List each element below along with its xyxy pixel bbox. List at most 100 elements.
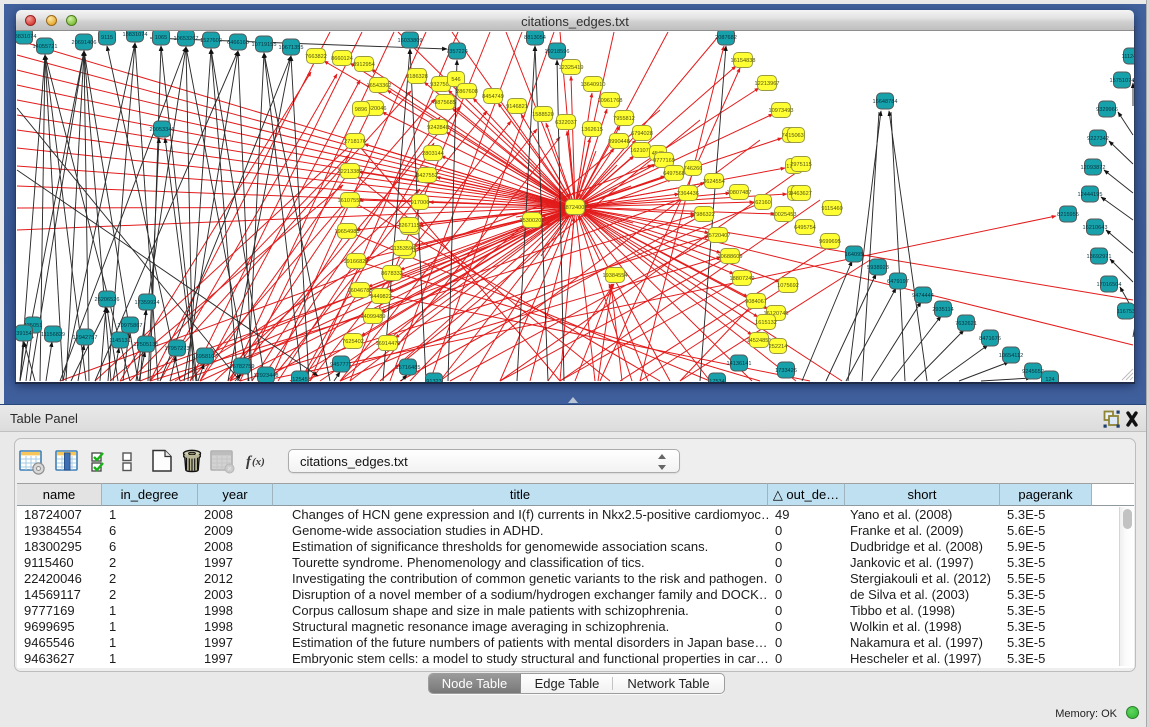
svg-text:8267115: 8267115 — [398, 223, 419, 229]
svg-text:16914479: 16914479 — [376, 341, 401, 347]
svg-text:6495754: 6495754 — [794, 225, 816, 231]
svg-text:9457771: 9457771 — [330, 362, 352, 368]
svg-text:8471676: 8471676 — [979, 336, 1001, 342]
svg-text:1621072: 1621072 — [630, 148, 652, 154]
svg-text:11156829: 11156829 — [41, 332, 65, 338]
svg-text:1588520: 1588520 — [532, 112, 554, 118]
svg-text:10719155: 10719155 — [252, 42, 277, 48]
svg-text:9115: 9115 — [101, 35, 113, 41]
svg-text:15751074: 15751074 — [1110, 78, 1134, 84]
svg-text:18831074: 18831074 — [16, 34, 36, 40]
svg-text:9115460: 9115460 — [821, 206, 842, 212]
svg-text:3624554: 3624554 — [703, 179, 725, 185]
svg-text:746266: 746266 — [684, 166, 703, 172]
svg-text:2935114: 2935114 — [932, 307, 953, 313]
svg-text:19654985: 19654985 — [335, 229, 360, 235]
svg-text:8990448: 8990448 — [608, 139, 630, 145]
svg-text:8186328: 8186328 — [406, 74, 428, 80]
svg-text:16033809: 16033809 — [398, 38, 423, 44]
svg-text:10961768: 10961768 — [598, 98, 623, 104]
svg-text:14055721: 14055721 — [33, 44, 58, 50]
svg-text:10025453: 10025453 — [772, 212, 797, 218]
svg-text:6479197: 6479197 — [887, 279, 909, 285]
svg-text:1145131: 1145131 — [109, 338, 130, 344]
svg-text:6466160: 6466160 — [227, 40, 249, 46]
svg-text:1075692: 1075692 — [777, 283, 799, 289]
svg-text:39154: 39154 — [16, 331, 32, 337]
svg-text:7632621: 7632621 — [955, 321, 977, 327]
svg-text:6322037: 6322037 — [555, 120, 577, 126]
svg-text:252214: 252214 — [769, 344, 788, 350]
svg-text:20691406: 20691406 — [72, 40, 97, 46]
svg-text:20975867: 20975867 — [118, 323, 143, 329]
svg-text:9699695: 9699695 — [819, 239, 841, 245]
svg-text:10671355: 10671355 — [279, 45, 304, 51]
svg-text:9329966: 9329966 — [1096, 107, 1118, 113]
svg-text:116753: 116753 — [1117, 309, 1134, 315]
svg-text:546: 546 — [451, 77, 460, 83]
svg-text:19384554: 19384554 — [603, 273, 628, 279]
svg-text:13692971: 13692971 — [1087, 254, 1112, 260]
svg-text:12325419: 12325419 — [559, 65, 584, 71]
svg-text:15716485: 15716485 — [396, 365, 421, 371]
svg-text:16107552: 16107552 — [338, 198, 363, 204]
svg-text:1065: 1065 — [155, 35, 167, 41]
svg-text:12444195: 12444195 — [1078, 192, 1103, 198]
svg-text:6497568: 6497568 — [663, 171, 685, 177]
svg-text:7955812: 7955812 — [613, 116, 635, 122]
svg-text:2867608: 2867608 — [456, 89, 478, 95]
svg-text:9449822: 9449822 — [370, 294, 392, 300]
svg-text:8813054: 8813054 — [524, 35, 546, 41]
svg-text:9777169: 9777169 — [653, 158, 675, 164]
svg-text:7663822: 7663822 — [305, 54, 327, 60]
svg-text:9227342: 9227342 — [1087, 136, 1109, 142]
svg-text:1527602: 1527602 — [200, 38, 222, 44]
svg-text:7357224: 7357224 — [446, 49, 468, 55]
svg-text:17957273: 17957273 — [165, 346, 190, 352]
svg-text:917006: 917006 — [411, 200, 430, 206]
svg-text:9084067: 9084067 — [745, 299, 767, 305]
svg-text:6794028: 6794028 — [631, 131, 653, 137]
svg-text:19166829: 19166829 — [344, 259, 369, 265]
svg-text:10653267: 10653267 — [174, 36, 199, 42]
svg-text:18724007: 18724007 — [563, 205, 588, 211]
svg-text:2364436: 2364436 — [677, 191, 699, 197]
svg-text:16046788: 16046788 — [348, 288, 373, 294]
svg-text:7986322: 7986322 — [693, 212, 715, 218]
svg-text:2087682: 2087682 — [715, 35, 737, 41]
svg-text:16154838: 16154838 — [731, 58, 756, 64]
svg-text:8454749: 8454749 — [482, 94, 504, 100]
svg-text:15720407: 15720407 — [706, 233, 731, 239]
svg-text:8678332: 8678332 — [381, 271, 403, 277]
svg-text:2718176: 2718176 — [344, 139, 366, 145]
svg-text:19218596: 19218596 — [545, 49, 570, 55]
svg-text:12923448: 12923448 — [254, 373, 279, 379]
svg-text:26206526: 26206526 — [95, 297, 120, 303]
svg-text:9474444: 9474444 — [912, 293, 934, 299]
svg-text:8427552: 8427552 — [416, 173, 438, 179]
svg-text:10688609: 10688609 — [718, 254, 743, 260]
svg-text:9245652: 9245652 — [1022, 369, 1044, 375]
svg-text:16210643: 16210643 — [1083, 225, 1108, 231]
svg-text:9242848: 9242848 — [427, 125, 449, 131]
svg-text:15063: 15063 — [788, 133, 804, 139]
svg-text:2803144: 2803144 — [422, 151, 444, 157]
svg-text:10654112: 10654112 — [999, 353, 1023, 359]
svg-text:12093872: 12093872 — [1081, 165, 1106, 171]
svg-text:16648784: 16648784 — [873, 99, 898, 105]
svg-text:7625402: 7625402 — [342, 339, 364, 345]
svg-text:16958107: 16958107 — [193, 354, 218, 360]
svg-text:8912954: 8912954 — [353, 62, 375, 68]
svg-text:17016504: 17016504 — [1097, 282, 1122, 288]
svg-text:5938923: 5938923 — [867, 265, 889, 271]
svg-text:1733426: 1733426 — [775, 368, 797, 374]
svg-text:18807249: 18807249 — [730, 276, 755, 282]
svg-text:62160: 62160 — [755, 200, 771, 206]
svg-text:1112481: 1112481 — [1122, 54, 1134, 60]
svg-text:11353594: 11353594 — [391, 246, 415, 252]
svg-text:12942757: 12942757 — [73, 335, 98, 341]
svg-text:8215955: 8215955 — [1057, 212, 1079, 218]
svg-text:8660124: 8660124 — [331, 56, 353, 62]
svg-text:9146821: 9146821 — [506, 104, 528, 110]
svg-text:2975115: 2975115 — [790, 162, 811, 168]
